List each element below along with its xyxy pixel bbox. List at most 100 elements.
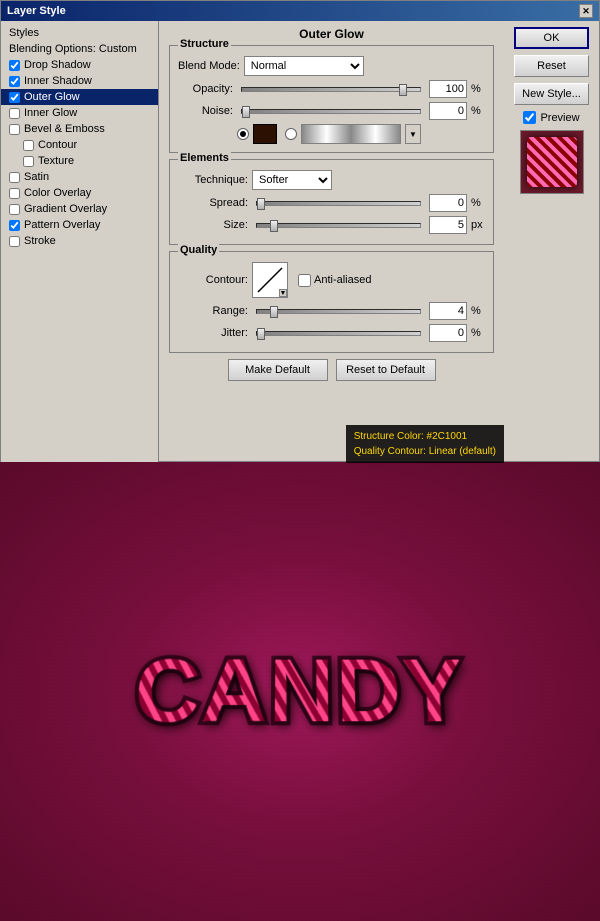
jitter-thumb[interactable] — [257, 328, 265, 340]
noise-label: Noise: — [178, 105, 233, 117]
tooltip: Structure Color: #2C1001 Quality Contour… — [346, 425, 504, 463]
sidebar-item-texture[interactable]: Texture — [1, 153, 158, 169]
structure-title: Structure — [178, 38, 231, 50]
gradient-swatch[interactable] — [301, 124, 401, 144]
sidebar-item-contour[interactable]: Contour — [1, 137, 158, 153]
texture-checkbox[interactable] — [23, 156, 34, 167]
sidebar-item-bevel-emboss[interactable]: Bevel & Emboss — [1, 121, 158, 137]
sidebar-item-color-overlay[interactable]: Color Overlay — [1, 185, 158, 201]
sidebar-item-blending[interactable]: Blending Options: Custom — [1, 41, 158, 57]
close-button[interactable]: ✕ — [579, 4, 593, 18]
reset-to-default-button[interactable]: Reset to Default — [336, 359, 436, 381]
contour-checkbox[interactable] — [23, 140, 34, 151]
range-slider[interactable] — [256, 309, 421, 314]
size-row: Size: px — [178, 216, 485, 234]
sidebar-inner-shadow-label: Inner Shadow — [24, 75, 150, 87]
range-unit: % — [471, 305, 485, 317]
range-thumb[interactable] — [270, 306, 278, 318]
sidebar-item-pattern-overlay[interactable]: Pattern Overlay — [1, 217, 158, 233]
range-label: Range: — [178, 305, 248, 317]
sidebar-outer-glow-label: Outer Glow — [24, 91, 150, 103]
opacity-input[interactable] — [429, 80, 467, 98]
jitter-label: Jitter: — [178, 327, 248, 339]
sidebar-contour-label: Contour — [38, 139, 150, 151]
gradient-overlay-checkbox[interactable] — [9, 204, 20, 215]
spread-unit: % — [471, 197, 485, 209]
sidebar-item-satin[interactable]: Satin — [1, 169, 158, 185]
anti-aliased-text: Anti-aliased — [314, 274, 371, 286]
candy-text-container: CANDY CANDY — [135, 640, 465, 743]
spread-slider[interactable] — [256, 201, 421, 206]
dialog-body: Styles Blending Options: Custom Drop Sha… — [1, 21, 599, 463]
new-style-button[interactable]: New Style... — [514, 83, 589, 105]
size-unit: px — [471, 219, 485, 231]
sidebar-blending-label: Blending Options: Custom — [9, 43, 150, 55]
opacity-thumb[interactable] — [399, 84, 407, 96]
preview-row: Preview — [523, 111, 579, 124]
technique-row: Technique: Softer Precise — [178, 170, 485, 190]
ok-button[interactable]: OK — [514, 27, 589, 49]
technique-select[interactable]: Softer Precise — [252, 170, 332, 190]
inner-shadow-checkbox[interactable] — [9, 76, 20, 87]
anti-aliased-checkbox[interactable] — [298, 274, 311, 287]
stroke-checkbox[interactable] — [9, 236, 20, 247]
jitter-unit: % — [471, 327, 485, 339]
gradient-dropdown-button[interactable]: ▼ — [405, 124, 421, 144]
size-slider[interactable] — [256, 223, 421, 228]
sidebar-gradient-overlay-label: Gradient Overlay — [24, 203, 150, 215]
opacity-slider[interactable] — [241, 87, 421, 92]
noise-input[interactable] — [429, 102, 467, 120]
inner-glow-checkbox[interactable] — [9, 108, 20, 119]
sidebar-drop-shadow-label: Drop Shadow — [24, 59, 150, 71]
noise-unit: % — [471, 105, 485, 117]
quality-section: Quality Contour: ▼ Anti-alia — [169, 251, 494, 353]
technique-label: Technique: — [178, 174, 248, 186]
contour-label: Contour: — [178, 274, 248, 286]
opacity-unit: % — [471, 83, 485, 95]
sidebar-item-drop-shadow[interactable]: Drop Shadow — [1, 57, 158, 73]
dialog-title: Layer Style — [7, 5, 66, 17]
elements-title: Elements — [178, 152, 231, 164]
blend-mode-select[interactable]: Normal Multiply Screen Overlay — [244, 56, 364, 76]
outer-glow-checkbox[interactable] — [9, 92, 20, 103]
structure-section: Structure Blend Mode: Normal Multiply Sc… — [169, 45, 494, 153]
bevel-emboss-checkbox[interactable] — [9, 124, 20, 135]
size-label: Size: — [178, 219, 248, 231]
range-input[interactable] — [429, 302, 467, 320]
quality-title: Quality — [178, 244, 219, 256]
gradient-radio[interactable] — [285, 128, 297, 140]
blend-mode-label: Blend Mode: — [178, 60, 240, 72]
noise-thumb[interactable] — [242, 106, 250, 118]
size-thumb[interactable] — [270, 220, 278, 232]
pattern-overlay-checkbox[interactable] — [9, 220, 20, 231]
jitter-input[interactable] — [429, 324, 467, 342]
color-swatch[interactable] — [253, 124, 277, 144]
jitter-slider[interactable] — [256, 331, 421, 336]
preview-checkbox[interactable] — [523, 111, 536, 124]
sidebar-item-outer-glow[interactable]: Outer Glow — [1, 89, 158, 105]
noise-slider[interactable] — [241, 109, 421, 114]
main-panel: Outer Glow Structure Blend Mode: Normal … — [159, 21, 504, 463]
spread-label: Spread: — [178, 197, 248, 209]
spread-input[interactable] — [429, 194, 467, 212]
sidebar-inner-glow-label: Inner Glow — [24, 107, 150, 119]
sidebar-item-inner-shadow[interactable]: Inner Shadow — [1, 73, 158, 89]
size-input[interactable] — [429, 216, 467, 234]
noise-row: Noise: % — [178, 102, 485, 120]
sidebar-item-styles[interactable]: Styles — [1, 25, 158, 41]
sidebar-item-stroke[interactable]: Stroke — [1, 233, 158, 249]
solid-color-radio[interactable] — [237, 128, 249, 140]
anti-aliased-label[interactable]: Anti-aliased — [298, 274, 371, 287]
satin-checkbox[interactable] — [9, 172, 20, 183]
color-overlay-checkbox[interactable] — [9, 188, 20, 199]
sidebar-item-gradient-overlay[interactable]: Gradient Overlay — [1, 201, 158, 217]
sidebar-item-inner-glow[interactable]: Inner Glow — [1, 105, 158, 121]
contour-preview[interactable]: ▼ — [252, 262, 288, 298]
drop-shadow-checkbox[interactable] — [9, 60, 20, 71]
contour-dropdown-arrow[interactable]: ▼ — [279, 289, 287, 297]
make-default-button[interactable]: Make Default — [228, 359, 328, 381]
reset-button[interactable]: Reset — [514, 55, 589, 77]
sidebar-bevel-emboss-label: Bevel & Emboss — [24, 123, 150, 135]
spread-thumb[interactable] — [257, 198, 265, 210]
preview-box — [520, 130, 584, 194]
